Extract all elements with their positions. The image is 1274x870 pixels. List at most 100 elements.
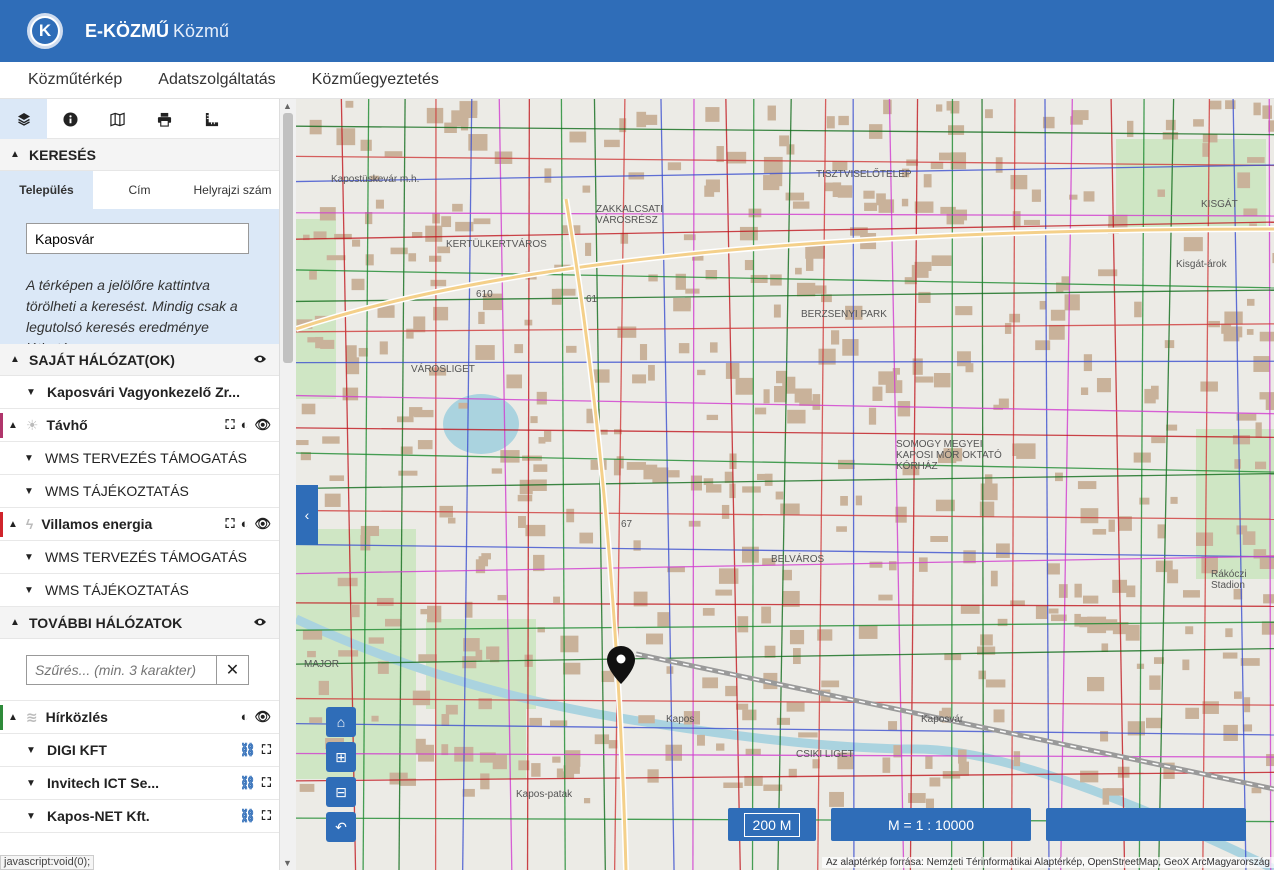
building-shape [1224, 311, 1243, 325]
building-shape [705, 107, 720, 122]
extent-icon[interactable]: ⛶ [262, 808, 271, 824]
share-icon[interactable]: ⛓ [239, 775, 256, 791]
extent-icon[interactable]: ⛶ [226, 516, 235, 532]
measure-icon[interactable] [188, 99, 235, 139]
layer-row-hirkozles[interactable]: ▲ ≋ Hírközlés ◐ 👁 [0, 701, 279, 734]
clear-icon[interactable]: ✕ [217, 655, 249, 685]
search-section-header[interactable]: ▲ KERESÉS [0, 139, 279, 171]
app-title-sub: Közmű [173, 20, 230, 41]
building-shape [958, 761, 969, 776]
app-logo[interactable]: K [27, 13, 63, 49]
building-shape [1261, 621, 1274, 635]
extent-icon[interactable]: ⛶ [226, 417, 235, 433]
opacity-icon[interactable]: ◐ [241, 709, 249, 725]
search-input[interactable] [26, 223, 249, 254]
filter-input[interactable] [26, 655, 217, 685]
building-shape [441, 714, 450, 727]
zoom-out-button[interactable]: ⊟ [326, 777, 356, 807]
building-shape [1182, 659, 1190, 671]
print-icon[interactable] [141, 99, 188, 139]
building-shape [514, 344, 524, 354]
building-shape [452, 203, 463, 212]
sidebar-scrollbar[interactable]: ▲ ▼ [280, 99, 296, 870]
share-icon[interactable]: ⛓ [239, 742, 256, 758]
eye-icon[interactable]: 👁 [254, 709, 271, 725]
undo-icon: ↶ [335, 818, 347, 835]
provider-row[interactable]: ▼ DIGI KFT ⛓ ⛶ [0, 734, 279, 767]
map-canvas[interactable]: Kapostüskevár m.h. TISZTVISELŐTELEP KISGÁT… [296, 99, 1274, 870]
building-shape [918, 557, 928, 572]
layer-row-villamos[interactable]: ▲ ϟ Villamos energia ⛶ ◐ 👁 [0, 508, 279, 541]
building-shape [767, 105, 776, 121]
building-shape [1170, 496, 1178, 504]
sublayer-row[interactable]: ▼ WMS TERVEZÉS TÁMOGATÁS [0, 442, 279, 475]
eye-icon[interactable]: 👁 [254, 417, 271, 433]
eye-icon[interactable] [253, 352, 267, 367]
layers-icon[interactable] [0, 99, 47, 139]
scroll-down-icon[interactable]: ▼ [283, 858, 292, 868]
menu-kozmuegyeztetes[interactable]: Közműegyeztetés [312, 71, 439, 89]
building-shape [925, 756, 933, 769]
sublayer-row[interactable]: ▼ WMS TERVEZÉS TÁMOGATÁS [0, 541, 279, 574]
building-shape [1183, 237, 1203, 252]
layer-row-tavho[interactable]: ▲ ☀ Távhő ⛶ ◐ 👁 [0, 409, 279, 442]
building-shape [620, 232, 629, 244]
menu-adatszolgaltatas[interactable]: Adatszolgáltatás [158, 71, 275, 89]
map-place-label: Kapostüskevár m.h. [331, 174, 420, 185]
provider-row[interactable]: ▼ Kapos-NET Kft. ⛓ ⛶ [0, 800, 279, 833]
menu-kozmuterkep[interactable]: Közműtérkép [28, 71, 122, 89]
back-button[interactable]: ↶ [326, 812, 356, 842]
eye-icon[interactable]: 👁 [254, 516, 271, 532]
building-shape [996, 543, 1010, 558]
building-shape [1150, 385, 1159, 400]
provider-row[interactable]: ▼ Invitech ICT Se... ⛓ ⛶ [0, 767, 279, 800]
building-shape [770, 274, 782, 286]
map-place-label: Kapos-patak [516, 789, 573, 800]
sublayer-row[interactable]: ▼ WMS TÁJÉKOZTATÁS [0, 574, 279, 607]
opacity-icon[interactable]: ◐ [241, 417, 249, 433]
building-shape [1255, 461, 1267, 470]
share-icon[interactable]: ⛓ [239, 808, 256, 824]
org-row[interactable]: ▼ Kaposvári Vagyonkezelő Zr... [0, 376, 279, 409]
other-networks-header[interactable]: ▲ TOVÁBBI HÁLÓZATOK [0, 607, 279, 639]
building-shape [426, 107, 444, 124]
map-place-label: Kaposvár [921, 714, 964, 725]
logo-letter: K [32, 18, 58, 44]
sublayer-row[interactable]: ▼ WMS TÁJÉKOZTATÁS [0, 475, 279, 508]
collapse-sidebar-button[interactable]: ‹ [296, 485, 318, 545]
info-icon[interactable] [47, 99, 94, 139]
zoom-in-button[interactable]: ⊞ [326, 742, 356, 772]
building-shape [497, 594, 507, 601]
map-icon[interactable] [94, 99, 141, 139]
scroll-up-icon[interactable]: ▲ [283, 101, 292, 111]
scrollbar-thumb[interactable] [283, 113, 293, 363]
building-shape [1234, 691, 1242, 699]
opacity-icon[interactable]: ◐ [241, 516, 249, 532]
building-shape [792, 201, 810, 209]
building-shape [832, 182, 842, 198]
building-shape [1246, 329, 1254, 335]
location-pin-icon[interactable] [606, 645, 636, 690]
scale-bar-label: 200 M [743, 812, 801, 837]
tab-telepules[interactable]: Település [0, 171, 93, 209]
building-shape [533, 464, 548, 472]
building-shape [364, 212, 373, 225]
extent-icon[interactable]: ⛶ [262, 742, 271, 758]
status-bar: javascript:void(0); [0, 855, 95, 870]
building-shape [338, 650, 359, 657]
building-shape [1237, 172, 1251, 189]
building-shape [478, 311, 485, 325]
app-title-bold: E-KÖZMŰ [85, 20, 169, 41]
scale-ratio[interactable]: M = 1 : 10000 [831, 808, 1031, 841]
tab-helyrajzi-szam[interactable]: Helyrajzi szám [186, 171, 279, 209]
building-shape [763, 389, 770, 404]
building-shape [652, 467, 669, 483]
home-button[interactable]: ⌂ [326, 707, 356, 737]
map-place-label: Rákóczi Stadion [1211, 569, 1247, 591]
tab-cim[interactable]: Cím [93, 171, 186, 209]
building-shape [901, 198, 909, 207]
building-shape [645, 633, 664, 645]
extent-icon[interactable]: ⛶ [262, 775, 271, 791]
eye-icon[interactable] [253, 615, 267, 630]
own-networks-header[interactable]: ▲ SAJÁT HÁLÓZAT(OK) [0, 344, 279, 376]
